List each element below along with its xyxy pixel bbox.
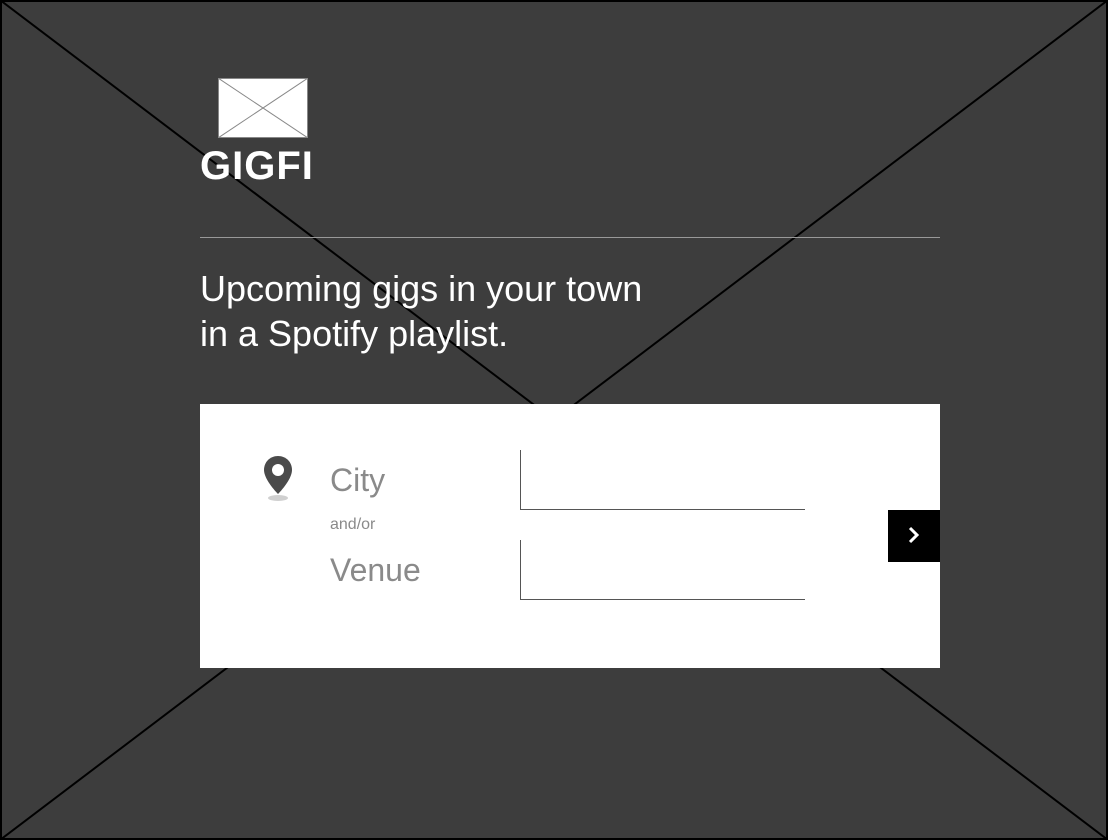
- city-input[interactable]: [520, 450, 805, 510]
- location-pin-icon: [260, 454, 296, 507]
- andor-label: and/or: [260, 516, 880, 534]
- tagline: Upcoming gigs in your town in a Spotify …: [200, 266, 940, 356]
- submit-button[interactable]: [888, 510, 940, 562]
- tagline-line2: in a Spotify playlist.: [200, 313, 508, 354]
- venue-label: Venue: [330, 552, 520, 589]
- chevron-right-icon: [905, 526, 923, 547]
- city-label: City: [330, 462, 520, 499]
- tagline-line1: Upcoming gigs in your town: [200, 268, 642, 309]
- venue-input[interactable]: [520, 540, 805, 600]
- logo-block: GIGFI: [200, 78, 940, 189]
- divider: [200, 237, 940, 238]
- logo-image-placeholder: [218, 78, 308, 138]
- brand-name: GIGFI: [200, 144, 940, 189]
- search-card: City and/or Venue: [200, 404, 940, 668]
